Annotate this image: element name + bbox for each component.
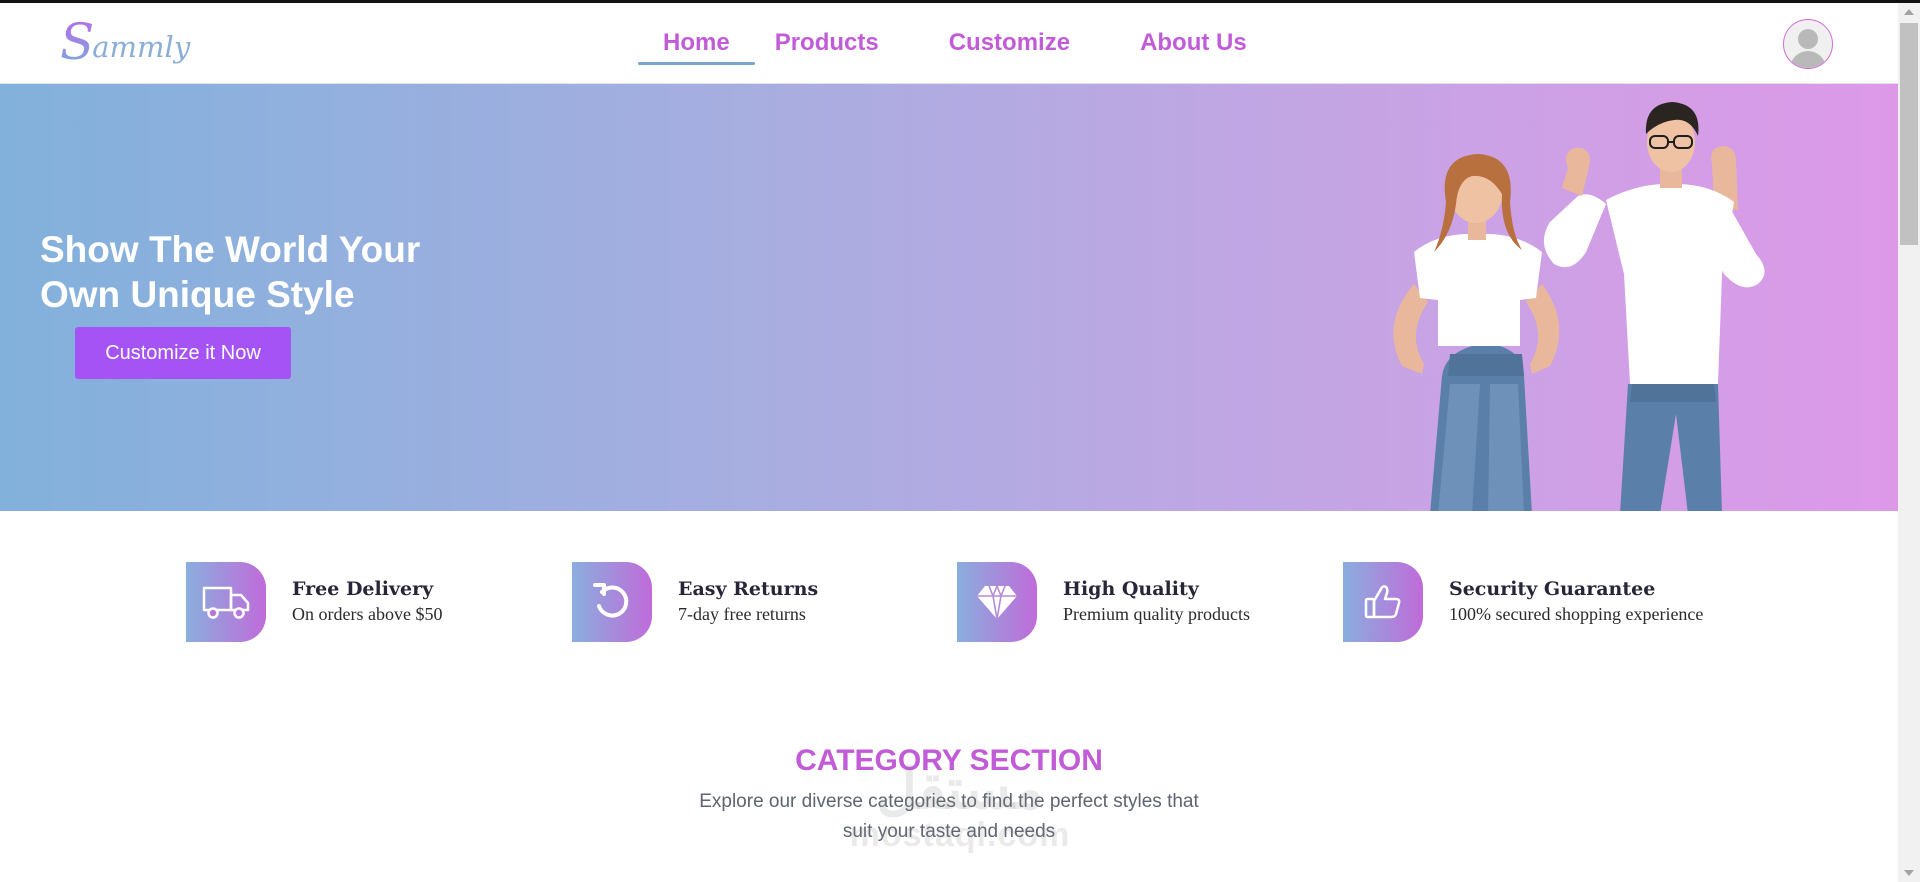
category-title: CATEGORY SECTION	[795, 744, 1103, 777]
hero-title: Show The World Your Own Unique Style	[40, 229, 421, 315]
feature-title: Free Delivery	[292, 578, 434, 600]
avatar-head	[1798, 29, 1818, 49]
nav-home-label: Home	[663, 29, 730, 56]
nav-customize[interactable]: Customize	[949, 3, 1070, 84]
avatar-body	[1790, 51, 1826, 68]
category-description: Explore our diverse categories to find t…	[699, 791, 1199, 842]
truck-icon	[186, 562, 266, 642]
feature-title: Easy Returns	[678, 578, 819, 600]
scroll-down-arrow-icon[interactable]	[1904, 870, 1914, 876]
scroll-up-arrow-icon[interactable]	[1904, 9, 1914, 15]
feature-title: High Quality	[1063, 578, 1199, 600]
logo-initial: S	[60, 13, 95, 71]
nav-products-label: Products	[774, 29, 879, 56]
feature-free-delivery: Free Delivery On orders above $50	[186, 562, 442, 642]
user-avatar[interactable]	[1783, 19, 1833, 69]
nav-about-us-label: About Us	[1140, 29, 1247, 56]
feature-easy-returns: Easy Returns 7-day free returns	[572, 562, 818, 642]
main-nav: Home Products Customize About Us	[638, 3, 1247, 84]
feature-desc: On orders above $50	[292, 604, 443, 624]
feature-desc: 100% secured shopping experience	[1449, 604, 1704, 624]
thumbs-up-icon	[1343, 562, 1423, 642]
nav-customize-label: Customize	[948, 29, 1071, 56]
man-figure	[1543, 102, 1765, 511]
nav-active-underline	[638, 62, 755, 65]
feature-desc: Premium quality products	[1063, 604, 1250, 624]
scroll-thumb[interactable]	[1900, 23, 1918, 245]
feature-title: Security Guarantee	[1449, 578, 1656, 600]
logo-wordmark: ammly	[92, 30, 191, 64]
site-header: S ammly Home Products Customize About Us	[0, 3, 1898, 84]
category-section: CATEGORY SECTION Explore our diverse cat…	[0, 737, 1898, 847]
feature-security-guarantee: Security Guarantee 100% secured shopping…	[1343, 562, 1703, 642]
hero-banner: Show The World Your Own Unique Style Cus…	[0, 84, 1898, 511]
feature-high-quality: High Quality Premium quality products	[957, 562, 1250, 642]
diamond-icon	[957, 562, 1037, 642]
nav-products[interactable]: Products	[775, 3, 879, 84]
customize-now-button[interactable]: Customize it Now	[75, 327, 291, 379]
page-scrollbar[interactable]	[1898, 3, 1920, 882]
nav-about-us[interactable]: About Us	[1140, 3, 1247, 84]
return-icon	[572, 562, 652, 642]
woman-figure	[1393, 154, 1560, 511]
brand-logo[interactable]: S ammly	[60, 17, 190, 67]
nav-home[interactable]: Home	[638, 3, 755, 84]
feature-desc: 7-day free returns	[678, 604, 806, 624]
hero-models-image	[1393, 102, 1765, 511]
features-strip: Free Delivery On orders above $50 Easy R…	[0, 562, 1898, 642]
